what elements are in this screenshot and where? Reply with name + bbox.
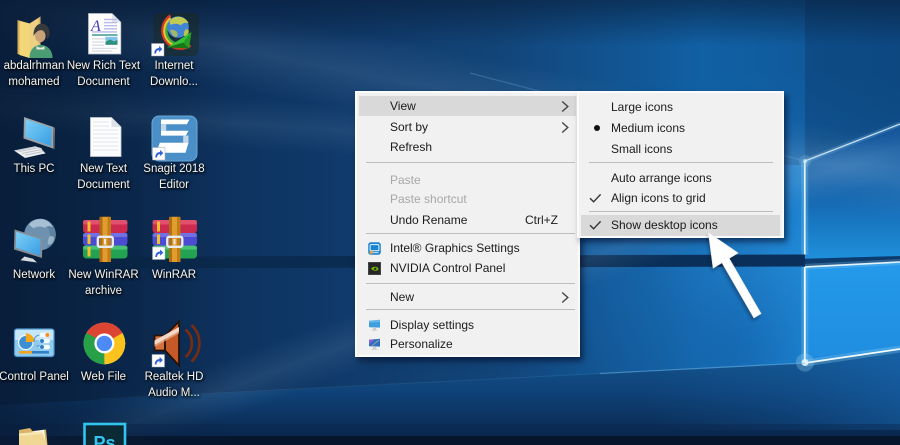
svg-text:Ps: Ps	[94, 433, 116, 445]
